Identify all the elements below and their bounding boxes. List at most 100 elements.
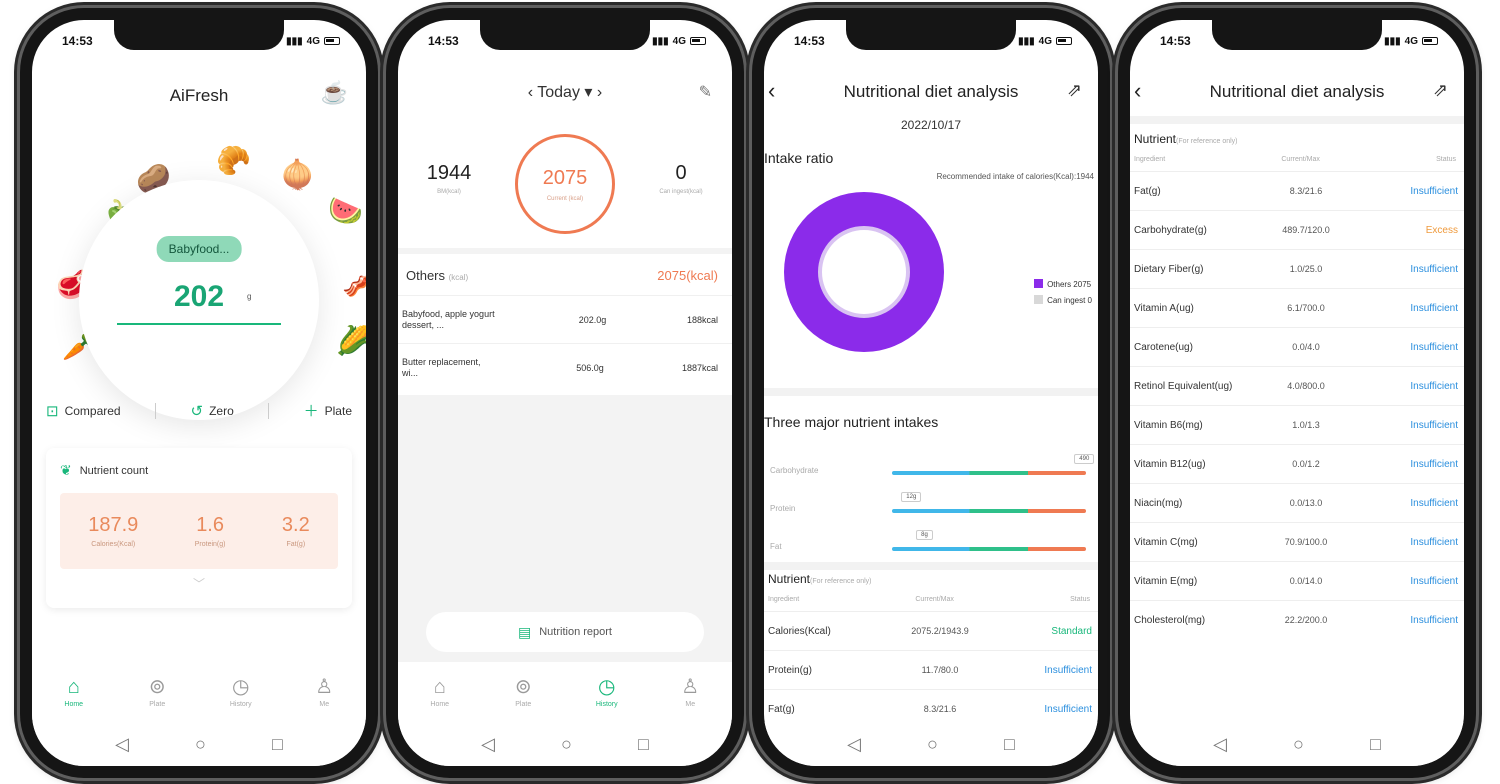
home-screen: 14:53 ▮▮▮4G AiFresh ☕ 🫑 🥔 🥐 🧅 🍉 🥩 🥓 🥕 🌽 … [32, 20, 366, 766]
nutrient-name: Retinol Equivalent(ug) [1134, 380, 1233, 392]
intake-ratio-title: Intake ratio [764, 150, 834, 166]
status-time: 14:53 [1160, 34, 1191, 48]
nutrient-status: Insufficient [1410, 185, 1458, 197]
nutrient-status: Insufficient [1410, 497, 1458, 509]
table-row: Carbohydrate(g) 489.7/120.0 Excess [1130, 210, 1464, 249]
plate-button[interactable]: ＋ Plate [298, 400, 358, 421]
signal-icon: ▮▮▮ [652, 35, 669, 47]
nutrient-bar-label: Carbohydrate [770, 466, 819, 475]
nutrient-bar-label: Protein [770, 504, 796, 513]
notch [114, 20, 284, 50]
nutrient-value: 0.0/14.0 [1289, 576, 1323, 586]
nutrient-bar-marker: 8g [916, 530, 933, 540]
nutrient-value: 0.0/1.2 [1292, 459, 1320, 469]
list-item[interactable]: Babyfood, apple yogurt dessert, ... 202.… [398, 295, 732, 343]
home-nav-icon[interactable]: ○ [195, 734, 206, 755]
calorie-summary: 1944 BM(kcal) 2075 Current (kcal) 0 Can ing… [398, 120, 732, 240]
scale-actions: ⊡ Compared ↺ Zero ＋ Plate [40, 400, 358, 421]
analysis-date: 2022/10/17 [900, 118, 962, 132]
tab-plate[interactable]: ⊚ Plate [493, 676, 553, 708]
nutrient-count-title: Nutrient count [79, 464, 149, 477]
nutrient-value: 0.0/13.0 [1289, 498, 1323, 508]
compare-icon: ⊡ [46, 402, 59, 420]
nutrient-bar-label: Fat [770, 542, 782, 551]
tab-plate[interactable]: ⊚ Plate [127, 676, 187, 708]
table-title: Nutrient [768, 572, 811, 586]
nutrient-bar-row: Fat 8g [770, 520, 1086, 560]
nutrient-value: 22.2/200.0 [1284, 615, 1328, 625]
nutrient-value: 4.0/800.0 [1287, 381, 1325, 391]
tab-history[interactable]: ◷ History [577, 676, 637, 708]
chevron-right-icon[interactable]: › [597, 84, 602, 101]
nutrition-report-button[interactable]: ▤ Nutrition report [426, 612, 704, 652]
recents-nav-icon[interactable]: □ [272, 734, 283, 755]
legend-item: Can ingest 0 [1034, 293, 1092, 309]
back-nav-icon[interactable]: ◁ [1213, 734, 1227, 755]
date-dropdown[interactable]: Today ▾ [537, 84, 592, 101]
back-nav-icon[interactable]: ◁ [115, 734, 129, 755]
home-nav-icon[interactable]: ○ [927, 734, 938, 755]
tab-home[interactable]: ⌂ Home [410, 676, 470, 708]
phone-analysis: 14:53 ▮▮▮ 4G ‹ Nutritional diet analysis … [752, 8, 1110, 778]
home-nav-icon[interactable]: ○ [1293, 734, 1304, 755]
analysis-screen-scrolled: 14:53 ▮▮▮ 4G ‹ Nutritional diet analysis … [1130, 20, 1464, 766]
phone-analysis-scrolled: 14:53 ▮▮▮ 4G ‹ Nutritional diet analysis … [1118, 8, 1476, 778]
tab-history[interactable]: ◷ History [211, 676, 271, 708]
zero-button[interactable]: ↺ Zero [184, 402, 239, 420]
table-row: Cholesterol(mg) 22.2/200.0 Insufficient [1130, 600, 1464, 639]
nutrient-count-card: ❦ Nutrient count 187.9 Calories(Kcal) 1.6 P… [46, 448, 352, 608]
section-divider [764, 388, 1098, 396]
legend-item: Others 2075 [1034, 277, 1092, 293]
nutrient-summary: 187.9 Calories(Kcal) 1.6 Protein(g) 3.2 Fat… [60, 493, 338, 569]
nutrient-bar-track [892, 547, 1086, 551]
table-row: Vitamin E(mg) 0.0/14.0 Insufficient [1130, 561, 1464, 600]
edit-icon[interactable]: ✎ [699, 82, 712, 102]
list-item[interactable]: Butter replacement, wi... 506.0g 1887kca… [398, 343, 732, 391]
nutrient-bar-marker: 12g [901, 492, 922, 502]
protein-stat: 1.6 Protein(g) [194, 514, 226, 548]
battery-icon [1056, 37, 1072, 45]
network-label: 4G [1404, 35, 1418, 47]
tab-bar: ⌂ Home ⊚ Plate ◷ History ♙ Me [398, 662, 732, 722]
chevron-down-icon[interactable]: ﹀ [60, 575, 338, 592]
nutrient-status: Insufficient [1410, 419, 1458, 431]
back-nav-icon[interactable]: ◁ [847, 734, 861, 755]
reset-icon: ↺ [190, 402, 204, 420]
nutrient-bar-track [892, 471, 1086, 475]
compared-button[interactable]: ⊡ Compared [40, 402, 127, 420]
nutrient-name: Vitamin B6(mg) [1134, 419, 1203, 431]
nutrient-table: Nutrient(For reference only) Ingredient … [1130, 132, 1464, 639]
nutrient-status: Excess [1425, 224, 1458, 236]
chevron-left-icon[interactable]: ‹ [528, 84, 533, 101]
tab-me[interactable]: ♙ Me [660, 676, 720, 708]
share-icon[interactable]: ⇗ [1067, 80, 1082, 101]
meal-section: Others (kcal) 2075(kcal) Babyfood, apple… [398, 254, 732, 395]
recents-nav-icon[interactable]: □ [638, 734, 649, 755]
diary-screen: 14:53 ▮▮▮ 4G ‹ Today ▾ › ✎ 1944 BM(kcal) 2… [398, 20, 732, 766]
table-row: Calories(Kcal) 2075.2/1943.9 Standard [764, 611, 1098, 650]
nutrient-name: Fat(g) [768, 703, 795, 715]
system-nav: ◁ ○ □ [398, 722, 732, 766]
tab-me[interactable]: ♙ Me [294, 676, 354, 708]
nutrient-name: Dietary Fiber(g) [1134, 263, 1204, 275]
food-chip[interactable]: Babyfood... [156, 236, 242, 262]
nutrient-status: Insufficient [1044, 703, 1092, 715]
recents-nav-icon[interactable]: □ [1370, 734, 1381, 755]
chart-legend: Others 2075 Can ingest 0 [1034, 277, 1092, 309]
recents-nav-icon[interactable]: □ [1004, 734, 1015, 755]
table-row: Retinol Equivalent(ug) 4.0/800.0 Insuffici… [1130, 366, 1464, 405]
share-icon[interactable]: ⇗ [1433, 80, 1448, 101]
coffee-cup-icon[interactable]: ☕ [321, 80, 348, 106]
signal-icon: ▮▮▮ [1384, 35, 1401, 47]
recommended-intake: Recommended intake of calories(Kcal):194… [936, 172, 1094, 181]
nutrient-status: Insufficient [1044, 664, 1092, 676]
status-time: 14:53 [428, 34, 459, 48]
divider [155, 402, 157, 419]
nutrient-value: 70.9/100.0 [1284, 537, 1328, 547]
tab-home[interactable]: ⌂ Home [44, 676, 104, 708]
battery-icon [690, 37, 706, 45]
app-title: AiFresh [169, 86, 229, 105]
nutrient-value: 1.0/1.3 [1292, 420, 1320, 430]
home-nav-icon[interactable]: ○ [561, 734, 572, 755]
back-nav-icon[interactable]: ◁ [481, 734, 495, 755]
